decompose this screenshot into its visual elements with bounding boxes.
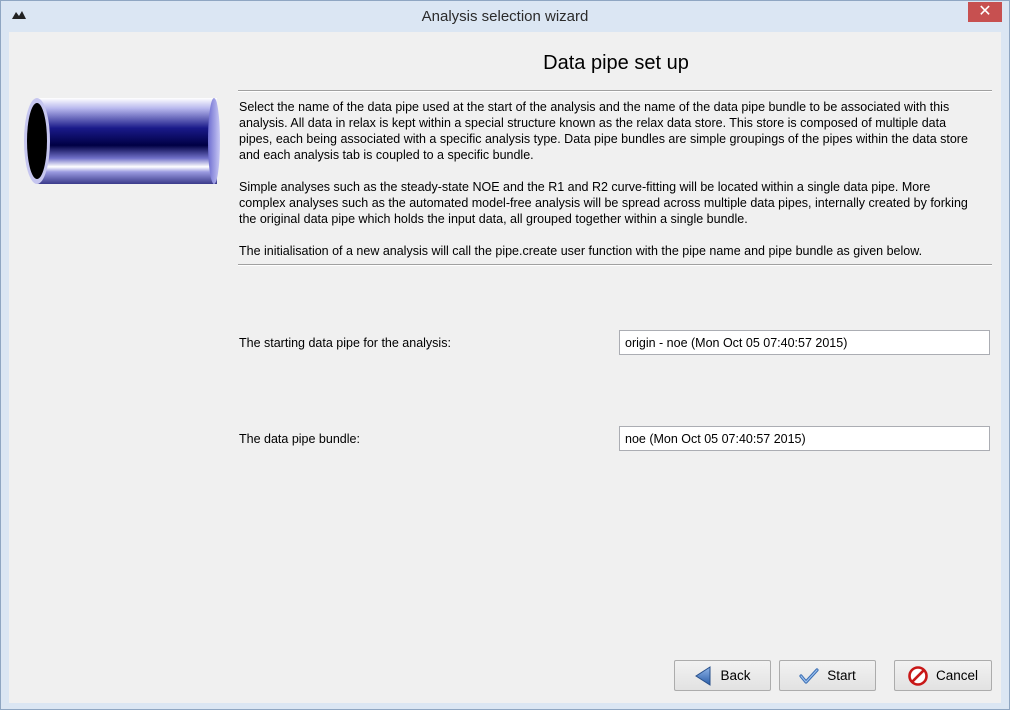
cancel-button[interactable]: Cancel xyxy=(894,660,992,691)
pipe-name-label: The starting data pipe for the analysis: xyxy=(239,336,451,350)
divider-bottom xyxy=(238,264,992,266)
cancel-icon xyxy=(908,665,928,686)
close-button[interactable]: ✕ xyxy=(968,2,1002,22)
pipe-name-input[interactable] xyxy=(619,330,990,355)
left-arrow-icon xyxy=(695,665,711,686)
start-button-label: Start xyxy=(827,668,856,683)
page-title: Data pipe set up xyxy=(543,52,689,74)
checkmark-icon xyxy=(799,667,819,684)
start-button[interactable]: Start xyxy=(779,660,876,691)
data-pipe-image xyxy=(24,98,220,184)
wizard-page: Data pipe set up Select the name of the … xyxy=(9,32,1001,703)
window-title: Analysis selection wizard xyxy=(421,8,589,25)
cancel-button-label: Cancel xyxy=(935,668,979,683)
back-button-label: Back xyxy=(720,668,751,683)
description-paragraph-1: Select the name of the data pipe used at… xyxy=(239,100,968,162)
pipe-bundle-label: The data pipe bundle: xyxy=(239,432,360,446)
description-paragraph-2: Simple analyses such as the steady-state… xyxy=(239,180,968,226)
wizard-window: Analysis selection wizard ✕ Data pipe se… xyxy=(0,0,1010,710)
pipe-bundle-input[interactable] xyxy=(619,426,990,451)
title-bar[interactable]: Analysis selection wizard ✕ xyxy=(1,1,1009,31)
description-paragraph-3: The initialisation of a new analysis wil… xyxy=(239,244,923,258)
back-button[interactable]: Back xyxy=(674,660,771,691)
divider-top xyxy=(238,90,992,92)
